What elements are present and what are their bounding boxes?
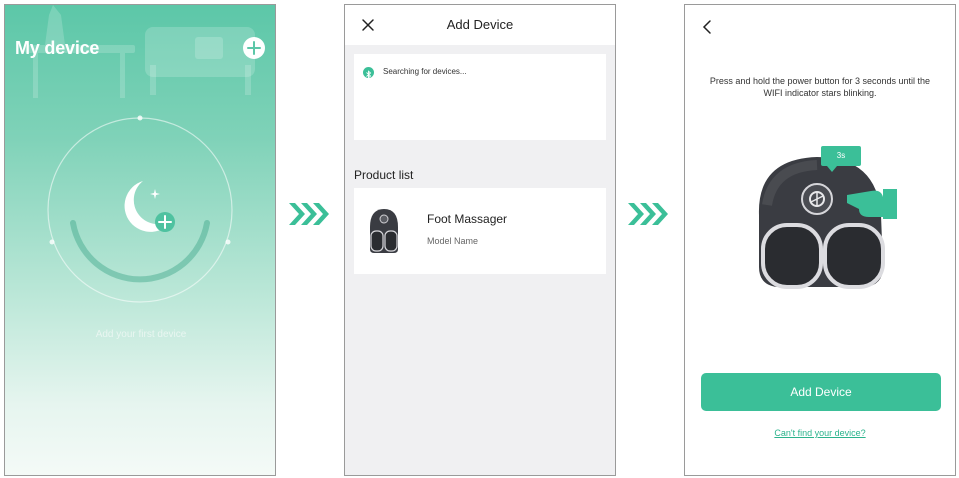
header-title: Add Device (446, 17, 514, 32)
bluetooth-icon (363, 67, 374, 79)
chevron-triple-right-icon (628, 203, 668, 225)
furniture-illustration (25, 5, 255, 98)
pairing-instructions-screen: Press and hold the power button for 3 se… (684, 4, 956, 476)
product-name: Foot Massager (427, 212, 508, 226)
my-device-screen: My device Add your first device (4, 4, 276, 476)
plus-icon (247, 41, 261, 55)
add-device-button[interactable] (243, 37, 265, 59)
add-device-button[interactable]: Add Device (701, 373, 941, 411)
add-device-screen: Add Device Searching for devices... Prod… (344, 4, 616, 476)
timer-badge: 3s (821, 146, 861, 172)
foot-massager-illustration (758, 157, 897, 289)
page-title: My device (15, 38, 100, 58)
product-list-title: Product list (354, 168, 414, 182)
moon-add-icon (47, 115, 233, 303)
search-status-card: Searching for devices... (354, 54, 606, 140)
product-model: Model Name (427, 236, 479, 246)
help-link[interactable]: Can't find your device? (685, 428, 955, 438)
empty-state-text: Add your first device (95, 329, 187, 340)
instruction-text: Press and hold the power button for 3 se… (709, 76, 931, 98)
product-item[interactable]: Foot Massager Model Name (354, 188, 606, 274)
searching-status: Searching for devices... (383, 67, 467, 76)
chevron-left-icon[interactable] (701, 19, 713, 35)
foot-massager-icon (370, 209, 398, 253)
header-bar: Add Device (345, 5, 615, 45)
chevron-triple-right-icon (289, 203, 329, 225)
